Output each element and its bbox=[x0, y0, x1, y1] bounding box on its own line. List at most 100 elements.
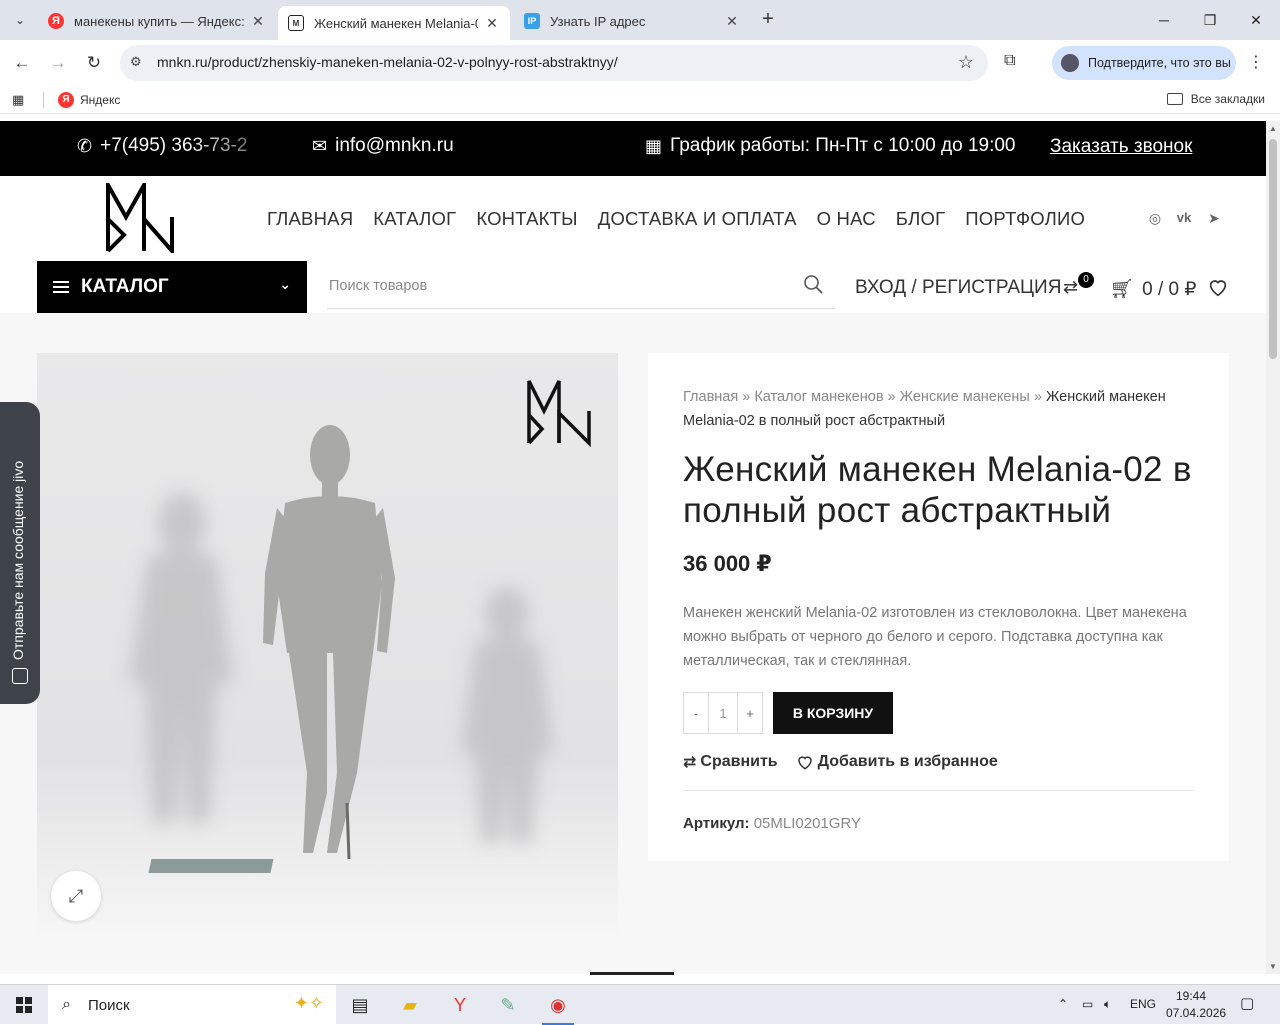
wishlist-heart-icon[interactable] bbox=[1207, 276, 1229, 298]
tab-ip-address[interactable]: IP Узнать IP адрес ✕ bbox=[514, 6, 750, 36]
burger-icon bbox=[53, 278, 69, 296]
phone-icon: ✆ bbox=[77, 135, 93, 156]
web-page: ✆ +7(495) 363-73-2 ✉ info@mnkn.ru ▦ Граф… bbox=[0, 121, 1266, 974]
nav-catalog[interactable]: КАТАЛОГ bbox=[373, 208, 456, 230]
browser-menu-icon[interactable]: ⋮ bbox=[1248, 52, 1264, 72]
message-icon bbox=[12, 668, 28, 684]
bookmark-star-icon[interactable]: ☆ bbox=[958, 52, 974, 73]
catalog-menu-button[interactable]: КАТАЛОГ ⌄ bbox=[37, 261, 307, 313]
site-info-icon[interactable]: ⚙ bbox=[130, 54, 142, 70]
login-register-link[interactable]: ВХОД / РЕГИСТРАЦИЯ bbox=[855, 277, 1061, 299]
bookmark-yandex[interactable]: Я Яндекс bbox=[58, 92, 120, 108]
catalog-label: КАТАЛОГ bbox=[81, 276, 169, 297]
reload-icon[interactable]: ↻ bbox=[81, 50, 107, 76]
new-tab-button[interactable]: + bbox=[756, 8, 780, 32]
yandex-icon: Я bbox=[58, 92, 74, 108]
jivo-chat-tab[interactable]: Отправьте нам сообщение jivo bbox=[0, 402, 40, 704]
scroll-down-icon[interactable]: ▼ bbox=[1269, 962, 1277, 971]
language-indicator[interactable]: ENG bbox=[1130, 997, 1156, 1011]
fullscreen-expand-icon[interactable]: ⤢ bbox=[51, 871, 101, 921]
phone-text: +7(495) 363-73-2 bbox=[100, 135, 248, 156]
mannequin-illustration bbox=[129, 380, 591, 873]
windows-start-button[interactable] bbox=[0, 985, 48, 1025]
address-bar[interactable]: ⚙ mnkn.ru/product/zhenskiy-maneken-melan… bbox=[120, 45, 988, 81]
profile-confirm-button[interactable]: Подтвердите, что это вы bbox=[1052, 46, 1236, 80]
breadcrumb-catalog[interactable]: Каталог манекенов bbox=[754, 389, 883, 405]
search-icon: ⌕ bbox=[62, 996, 71, 1013]
page-scrollbar[interactable]: ▲ ▼ bbox=[1266, 121, 1280, 974]
tray-chevron-up-icon[interactable]: ⌃ bbox=[1058, 997, 1068, 1011]
nav-about[interactable]: О НАС bbox=[817, 208, 876, 230]
chevron-down-icon: ⌄ bbox=[279, 276, 291, 292]
add-to-wishlist-button[interactable]: Добавить в избранное bbox=[796, 752, 998, 772]
qty-plus-button[interactable]: + bbox=[738, 693, 762, 733]
scroll-up-icon[interactable]: ▲ bbox=[1269, 124, 1277, 133]
back-arrow-icon[interactable]: ← bbox=[9, 50, 35, 76]
yandex-icon: Я bbox=[48, 13, 64, 29]
phone-link[interactable]: ✆ +7(495) 363-73-2 bbox=[77, 135, 247, 157]
schedule: ▦ График работы: Пн-Пт с 10:00 до 19:00 bbox=[645, 135, 1016, 157]
all-bookmarks-label: Все закладки bbox=[1190, 92, 1265, 106]
cart-link[interactable]: 🛒︎ 0 / 0 ₽ bbox=[1110, 277, 1196, 301]
all-bookmarks[interactable]: Все закладки bbox=[1166, 92, 1265, 106]
chrome-icon[interactable]: ◉ bbox=[538, 989, 578, 1025]
avatar bbox=[1061, 54, 1079, 72]
task-view-icon[interactable]: ▤ bbox=[340, 989, 380, 1021]
site-header: ГЛАВНАЯ КАТАЛОГ КОНТАКТЫ ДОСТАВКА И ОПЛА… bbox=[0, 176, 1266, 313]
minimize-icon[interactable]: ─ bbox=[1152, 8, 1176, 32]
qty-minus-button[interactable]: - bbox=[684, 693, 708, 733]
sku-value: 05MLI0201GRY bbox=[753, 815, 862, 832]
file-explorer-icon[interactable]: ▰ bbox=[390, 989, 430, 1021]
nav-blog[interactable]: БЛОГ bbox=[896, 208, 946, 230]
close-tab-icon[interactable]: ✕ bbox=[250, 13, 266, 30]
tab-search-chevron-icon[interactable]: ⌄ bbox=[8, 8, 32, 32]
cart-icon: 🛒︎ bbox=[1110, 279, 1135, 300]
nav-portfolio[interactable]: ПОРТФОЛИО bbox=[965, 208, 1085, 230]
nav-contacts[interactable]: КОНТАКТЫ bbox=[476, 208, 577, 230]
apps-grid-icon[interactable]: ▦ bbox=[12, 92, 24, 108]
tab-yandex-search[interactable]: Я манекены купить — Яндекс: н ✕ bbox=[38, 6, 276, 36]
yandex-browser-icon[interactable]: Y bbox=[440, 989, 480, 1021]
search-icon[interactable] bbox=[803, 274, 823, 294]
breadcrumb-separator: » bbox=[1029, 389, 1046, 405]
forward-arrow-icon[interactable]: → bbox=[45, 50, 71, 76]
nav-delivery[interactable]: ДОСТАВКА И ОПЛАТА bbox=[598, 208, 797, 230]
taskbar-search[interactable]: ⌕ Поиск ✦✧ bbox=[48, 985, 336, 1025]
email-link[interactable]: ✉ info@mnkn.ru bbox=[312, 135, 454, 157]
volume-icon[interactable]: 🔈︎ bbox=[1104, 997, 1111, 1012]
product-image[interactable]: ⤢ bbox=[37, 353, 618, 934]
product-summary: Главная » Каталог манекенов » Женские ма… bbox=[648, 353, 1229, 861]
heart-icon bbox=[797, 756, 812, 770]
breadcrumb-women[interactable]: Женские манекены bbox=[900, 389, 1030, 405]
close-tab-icon[interactable]: ✕ bbox=[484, 15, 500, 32]
product-price: 36 000 ₽ bbox=[683, 551, 772, 576]
compare-icon[interactable]: ⇄ bbox=[1063, 277, 1078, 298]
browser-toolbar: ← → ↻ ⚙ mnkn.ru/product/zhenskiy-maneken… bbox=[0, 40, 1280, 86]
qty-input[interactable]: 1 bbox=[708, 693, 738, 733]
mnkn-logo[interactable] bbox=[106, 183, 176, 253]
close-tab-icon[interactable]: ✕ bbox=[724, 13, 740, 30]
tab-product-page[interactable]: M Женский манекен Melania-02 ✕ bbox=[278, 6, 510, 40]
url-text[interactable]: mnkn.ru/product/zhenskiy-maneken-melania… bbox=[157, 54, 618, 70]
product-title: Женский манекен Melania-02 в полный рост… bbox=[683, 450, 1192, 530]
scroll-thumb[interactable] bbox=[1269, 139, 1277, 359]
vk-icon[interactable]: vk bbox=[1175, 210, 1193, 228]
whatsapp-icon[interactable]: ◎ bbox=[1146, 210, 1164, 228]
tab-label: манекены купить — Яндекс: н bbox=[74, 13, 244, 29]
mnkn-icon: M bbox=[288, 15, 304, 31]
clock[interactable]: 19:44 07.04.2026 bbox=[1166, 988, 1226, 1022]
restore-icon[interactable]: ❐ bbox=[1198, 8, 1222, 32]
nav-home[interactable]: ГЛАВНАЯ bbox=[267, 208, 353, 230]
close-window-icon[interactable]: ✕ bbox=[1244, 8, 1268, 32]
tab-label: Узнать IP адрес bbox=[550, 13, 646, 29]
extensions-icon[interactable]: ⧉ bbox=[1004, 52, 1015, 70]
compare-button[interactable]: ⇄ Сравнить bbox=[683, 752, 778, 772]
network-icon[interactable]: ▭ bbox=[1082, 997, 1093, 1011]
notifications-icon[interactable]: ▢ bbox=[1240, 994, 1254, 1012]
breadcrumb-home[interactable]: Главная bbox=[683, 389, 738, 405]
telegram-icon[interactable]: ➤ bbox=[1205, 210, 1223, 228]
paint-icon[interactable]: ✎ bbox=[488, 989, 528, 1021]
add-to-cart-button[interactable]: В КОРЗИНУ bbox=[773, 692, 893, 734]
search-input[interactable]: Поиск товаров bbox=[327, 264, 835, 309]
callback-link[interactable]: Заказать звонок bbox=[1050, 136, 1192, 158]
